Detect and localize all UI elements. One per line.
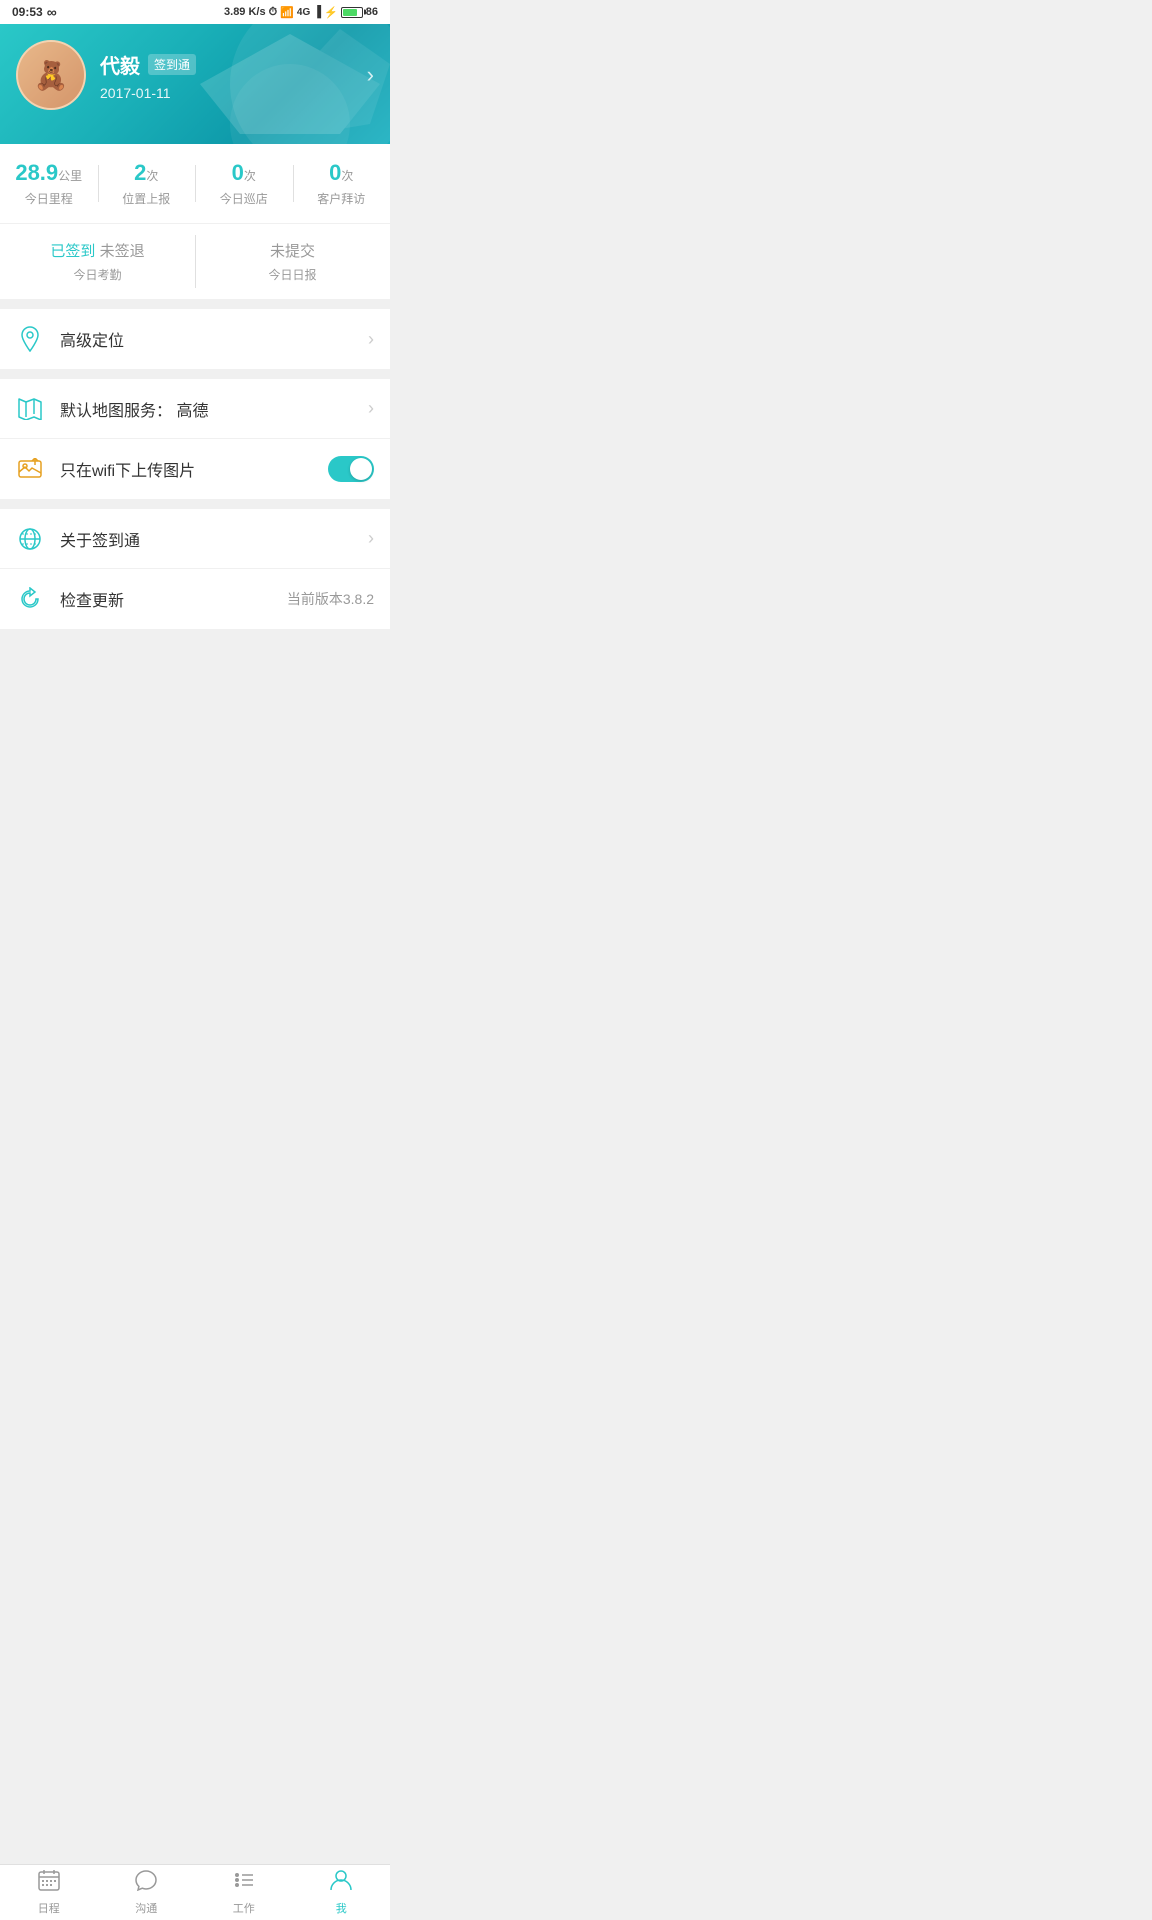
stat-visit-unit: 次 xyxy=(341,169,353,183)
avatar: 🧸 xyxy=(16,40,86,110)
menu-wifi-upload-right[interactable] xyxy=(328,456,374,482)
status-right: 3.89 K/s ⏱ 📶 4G ▐ ⚡ 86 xyxy=(224,6,378,19)
nav-item-schedule[interactable]: 日程 xyxy=(0,1865,98,1920)
nav-chat-label: 沟通 xyxy=(135,1900,157,1916)
menu-update-text: 检查更新 xyxy=(60,587,287,611)
divider-2 xyxy=(0,369,390,379)
stat-visit-number: 0 xyxy=(329,160,341,185)
network-speed: 3.89 K/s xyxy=(224,6,266,18)
user-name: 代毅 xyxy=(100,50,140,79)
nav-item-work[interactable]: 工作 xyxy=(195,1865,293,1920)
signed-in-status: 已签到 xyxy=(50,243,99,260)
stat-visit-label: 客户拜访 xyxy=(293,190,391,207)
attendance-section: 已签到 未签退 今日考勤 未提交 今日日报 xyxy=(0,224,390,299)
stat-location: 2次 位置上报 xyxy=(98,160,196,207)
user-date: 2017-01-11 xyxy=(100,85,367,101)
status-time: 09:53 xyxy=(12,5,43,19)
menu-update-version: 当前版本3.8.2 xyxy=(287,589,374,609)
battery-icon xyxy=(341,7,363,18)
list-icon xyxy=(233,1869,255,1897)
menu-location-arrow-icon: › xyxy=(368,329,374,350)
stat-location-label: 位置上报 xyxy=(98,190,196,207)
charging-icon: ⚡ xyxy=(324,6,338,19)
divider-1 xyxy=(0,299,390,309)
stat-patrol-number: 0 xyxy=(232,160,244,185)
location-pin-icon xyxy=(16,325,44,353)
wifi-upload-toggle[interactable] xyxy=(328,456,374,482)
header[interactable]: 🧸 代毅 签到通 2017-01-11 › xyxy=(0,24,390,144)
nav-item-chat[interactable]: 沟通 xyxy=(98,1865,196,1920)
stat-mileage-label: 今日里程 xyxy=(0,190,98,207)
map-icon xyxy=(16,395,44,423)
menu-map-right: › xyxy=(368,398,374,419)
status-bar: 09:53 ∞ 3.89 K/s ⏱ 📶 4G ▐ ⚡ 86 xyxy=(0,0,390,24)
stat-mileage-unit: 公里 xyxy=(58,169,82,183)
bottom-spacer xyxy=(0,629,390,699)
attendance-report: 未提交 今日日报 xyxy=(195,224,390,299)
attendance-today-label: 今日考勤 xyxy=(0,266,195,283)
menu-location-right: › xyxy=(368,329,374,350)
wifi-icon: 📶 xyxy=(280,6,294,19)
stat-mileage: 28.9公里 今日里程 xyxy=(0,160,98,207)
report-status: 未提交 xyxy=(195,240,390,261)
attendance-checkin: 已签到 未签退 今日考勤 xyxy=(0,224,195,299)
nav-work-label: 工作 xyxy=(233,1900,255,1916)
stat-visit: 0次 客户拜访 xyxy=(293,160,391,207)
menu-group-about: 关于签到通 › 检查更新 当前版本3.8.2 xyxy=(0,509,390,629)
divider-3 xyxy=(0,499,390,509)
menu-group-location: 高级定位 › xyxy=(0,309,390,369)
menu-item-wifi-upload[interactable]: 只在wifi下上传图片 xyxy=(0,439,390,499)
signed-out-status: 未签退 xyxy=(100,243,145,260)
menu-about-text: 关于签到通 xyxy=(60,527,368,551)
refresh-icon xyxy=(16,585,44,613)
menu-map-arrow-icon: › xyxy=(368,398,374,419)
menu-wifi-upload-text: 只在wifi下上传图片 xyxy=(60,457,328,481)
menu-map-text: 默认地图服务： 高德 xyxy=(60,397,368,421)
status-left: 09:53 ∞ xyxy=(12,4,57,20)
globe-icon xyxy=(16,525,44,553)
stat-patrol-unit: 次 xyxy=(244,169,256,183)
signal-icon: 4G xyxy=(297,7,310,18)
user-info: 代毅 签到通 2017-01-11 xyxy=(100,50,367,101)
stat-patrol: 0次 今日巡店 xyxy=(195,160,293,207)
nav-item-me[interactable]: 我 xyxy=(293,1865,391,1920)
chat-icon xyxy=(135,1869,157,1897)
stat-patrol-label: 今日巡店 xyxy=(195,190,293,207)
bottom-nav: 日程 沟通 工作 我 xyxy=(0,1864,390,1920)
toggle-knob xyxy=(350,458,372,480)
signal-bars: ▐ xyxy=(313,6,321,18)
stat-location-unit: 次 xyxy=(146,169,158,183)
menu-group-settings: 默认地图服务： 高德 › 只在wifi下上传图片 xyxy=(0,379,390,499)
nav-me-label: 我 xyxy=(336,1900,347,1916)
header-chevron-icon[interactable]: › xyxy=(367,62,374,88)
battery-percent: 86 xyxy=(366,6,378,18)
menu-item-map[interactable]: 默认地图服务： 高德 › xyxy=(0,379,390,439)
calendar-icon xyxy=(38,1869,60,1897)
person-icon xyxy=(330,1869,352,1897)
menu-about-right: › xyxy=(368,528,374,549)
clock-icon: ⏱ xyxy=(269,6,278,19)
menu-location-text: 高级定位 xyxy=(60,327,368,351)
menu-item-about[interactable]: 关于签到通 › xyxy=(0,509,390,569)
stat-mileage-number: 28.9 xyxy=(15,160,58,185)
menu-item-location[interactable]: 高级定位 › xyxy=(0,309,390,369)
stats-section: 28.9公里 今日里程 2次 位置上报 0次 今日巡店 0次 客户拜访 xyxy=(0,144,390,223)
image-upload-icon xyxy=(16,455,44,483)
menu-item-update[interactable]: 检查更新 当前版本3.8.2 xyxy=(0,569,390,629)
nav-schedule-label: 日程 xyxy=(38,1900,60,1916)
status-icon: ∞ xyxy=(47,4,57,20)
menu-about-arrow-icon: › xyxy=(368,528,374,549)
report-label: 今日日报 xyxy=(195,266,390,283)
app-badge: 签到通 xyxy=(148,54,196,75)
stat-location-number: 2 xyxy=(134,160,146,185)
menu-update-right: 当前版本3.8.2 xyxy=(287,589,374,609)
